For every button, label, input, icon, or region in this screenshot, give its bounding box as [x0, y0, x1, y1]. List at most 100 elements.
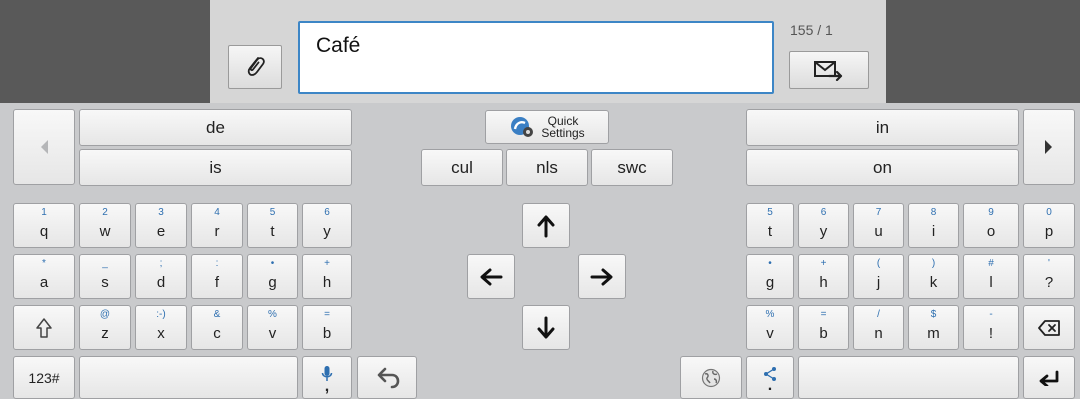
- microphone-key[interactable]: ,: [302, 356, 352, 399]
- key-left-r[interactable]: 4r: [191, 203, 243, 248]
- share-key[interactable]: .: [746, 356, 794, 399]
- key-secondary-char: =: [820, 309, 827, 320]
- arrow-up-key[interactable]: [522, 203, 570, 248]
- arrow-down-key[interactable]: [522, 305, 570, 350]
- space-key-right[interactable]: [798, 356, 1019, 399]
- key-right-x[interactable]: -!: [963, 305, 1019, 350]
- key-left-d[interactable]: ; d: [135, 254, 187, 299]
- key-primary-char: t: [270, 223, 275, 240]
- key-secondary-char: 3: [158, 207, 164, 218]
- key-right-g[interactable]: • g: [746, 254, 794, 299]
- next-suggestions-button[interactable]: [1023, 109, 1075, 185]
- key-primary-char: g: [765, 274, 775, 291]
- comma-label: ,: [324, 377, 330, 395]
- arrow-left-key[interactable]: [467, 254, 515, 299]
- message-text: Café: [316, 34, 361, 57]
- key-primary-char: b: [819, 325, 828, 342]
- space-key-left[interactable]: [79, 356, 298, 399]
- prev-suggestions-button[interactable]: [13, 109, 75, 185]
- enter-key[interactable]: [1023, 356, 1075, 399]
- key-primary-char: v: [268, 325, 277, 342]
- key-secondary-char: %: [765, 309, 775, 320]
- key-secondary-char: •: [768, 258, 772, 269]
- key-left-h[interactable]: + h: [302, 254, 352, 299]
- key-primary-char: h: [322, 274, 332, 291]
- key-primary-char: o: [986, 223, 996, 240]
- key-right-o[interactable]: 9o: [963, 203, 1019, 248]
- key-left-x[interactable]: :-) x: [135, 305, 187, 350]
- key-primary-char: m: [927, 325, 940, 342]
- undo-key[interactable]: [357, 356, 417, 399]
- arrow-left-icon: [480, 268, 503, 285]
- language-suggestion-3[interactable]: swc: [591, 149, 673, 186]
- globe-icon: [701, 368, 721, 387]
- send-button[interactable]: [789, 51, 869, 89]
- key-right-v[interactable]: % v: [746, 305, 794, 350]
- arrow-right-key[interactable]: [578, 254, 626, 299]
- arrow-right-icon: [590, 268, 613, 285]
- key-right-p[interactable]: 0p: [1023, 203, 1075, 248]
- key-primary-char: y: [819, 223, 828, 240]
- key-right-u[interactable]: 7u: [853, 203, 904, 248]
- key-primary-char: z: [101, 325, 109, 342]
- key-right-n[interactable]: / n: [853, 305, 904, 350]
- backspace-key[interactable]: [1023, 305, 1075, 350]
- key-right-y[interactable]: 6y: [798, 203, 849, 248]
- key-secondary-char: @: [99, 309, 111, 320]
- key-secondary-char: 0: [1046, 207, 1052, 218]
- key-left-s[interactable]: _ s: [79, 254, 131, 299]
- key-left-t[interactable]: 5t: [247, 203, 298, 248]
- key-primary-char: s: [101, 274, 109, 291]
- key-right-l[interactable]: # l: [963, 254, 1019, 299]
- key-left-g[interactable]: • g: [247, 254, 298, 299]
- symbols-key[interactable]: 123#: [13, 356, 75, 399]
- key-primary-char: f: [214, 274, 220, 291]
- key-secondary-char: %: [268, 309, 277, 320]
- key-secondary-char: 8: [930, 207, 937, 218]
- key-secondary-char: 9: [988, 207, 994, 218]
- key-right-k[interactable]: ) k: [908, 254, 959, 299]
- shift-key[interactable]: [13, 305, 75, 350]
- key-primary-char: e: [156, 223, 166, 240]
- key-left-w[interactable]: 2w: [79, 203, 131, 248]
- globe-key[interactable]: [680, 356, 742, 399]
- key-left-z[interactable]: @ z: [79, 305, 131, 350]
- key-secondary-char: 5: [269, 207, 276, 218]
- attach-button[interactable]: [228, 45, 282, 89]
- key-left-e[interactable]: 3e: [135, 203, 187, 248]
- key-left-c[interactable]: & c: [191, 305, 243, 350]
- key-right-t[interactable]: 5t: [746, 203, 794, 248]
- key-right-i[interactable]: 8i: [908, 203, 959, 248]
- key-left-v[interactable]: % v: [247, 305, 298, 350]
- key-secondary-char: 6: [820, 207, 827, 218]
- key-left-a[interactable]: * a: [13, 254, 75, 299]
- key-secondary-char: ': [1048, 258, 1050, 269]
- key-left-b[interactable]: = b: [302, 305, 352, 350]
- suggestion-right-bottom[interactable]: on: [746, 149, 1019, 186]
- suggestion-right-top[interactable]: in: [746, 109, 1019, 146]
- key-secondary-char: (: [876, 258, 881, 269]
- key-secondary-char: 2: [102, 207, 108, 218]
- paperclip-icon: [247, 57, 265, 76]
- quick-settings-button[interactable]: Quick Settings: [485, 110, 609, 144]
- key-secondary-char: +: [820, 258, 827, 269]
- key-right-m[interactable]: $ m: [908, 305, 959, 350]
- key-primary-char: g: [268, 274, 277, 291]
- key-right-h[interactable]: + h: [798, 254, 849, 299]
- key-secondary-char: 7: [875, 207, 882, 218]
- key-left-q[interactable]: 1q: [13, 203, 75, 248]
- key-right-x[interactable]: '?: [1023, 254, 1075, 299]
- key-left-y[interactable]: 6y: [302, 203, 352, 248]
- language-suggestion-2[interactable]: nls: [506, 149, 588, 186]
- key-primary-char: ?: [1044, 274, 1054, 291]
- quick-settings-icon: [511, 117, 534, 137]
- undo-icon: [377, 367, 400, 388]
- key-secondary-char: ): [931, 258, 936, 269]
- suggestion-left-top[interactable]: de: [79, 109, 352, 146]
- key-left-f[interactable]: :f: [191, 254, 243, 299]
- key-right-b[interactable]: = b: [798, 305, 849, 350]
- suggestion-left-bottom[interactable]: is: [79, 149, 352, 186]
- language-suggestion-1[interactable]: cul: [421, 149, 503, 186]
- message-input[interactable]: Café: [298, 21, 774, 94]
- key-right-j[interactable]: (j: [853, 254, 904, 299]
